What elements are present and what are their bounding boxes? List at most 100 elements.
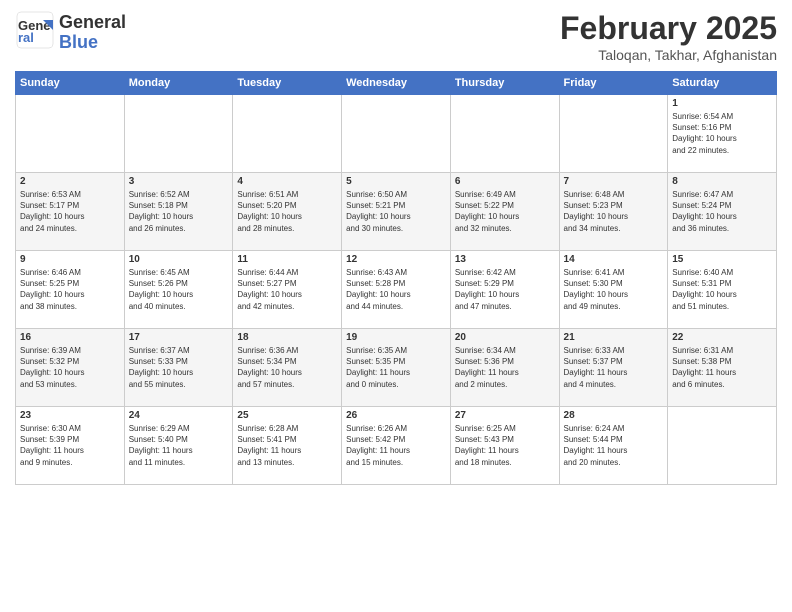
title-section: February 2025 Taloqan, Takhar, Afghanist… — [560, 10, 777, 63]
day-info: Sunrise: 6:52 AM Sunset: 5:18 PM Dayligh… — [129, 189, 229, 234]
day-info: Sunrise: 6:25 AM Sunset: 5:43 PM Dayligh… — [455, 423, 555, 468]
col-friday: Friday — [559, 72, 668, 95]
day-number: 23 — [20, 410, 120, 421]
calendar-title: February 2025 — [560, 10, 777, 47]
table-row: 16Sunrise: 6:39 AM Sunset: 5:32 PM Dayli… — [16, 329, 125, 407]
col-thursday: Thursday — [450, 72, 559, 95]
day-number: 28 — [564, 410, 664, 421]
logo: Gene ral General Blue — [15, 10, 126, 55]
col-tuesday: Tuesday — [233, 72, 342, 95]
day-info: Sunrise: 6:50 AM Sunset: 5:21 PM Dayligh… — [346, 189, 446, 234]
day-number: 3 — [129, 176, 229, 187]
day-number: 9 — [20, 254, 120, 265]
week-row-0: 1 Sunrise: 6:54 AM Sunset: 5:16 PM Daylig… — [16, 95, 777, 173]
table-row — [16, 95, 125, 173]
day-number: 8 — [672, 176, 772, 187]
day-number: 6 — [455, 176, 555, 187]
day-info: Sunrise: 6:43 AM Sunset: 5:28 PM Dayligh… — [346, 267, 446, 312]
table-row: 3 Sunrise: 6:52 AM Sunset: 5:18 PM Daylig… — [124, 173, 233, 251]
col-sunday: Sunday — [16, 72, 125, 95]
day-number: 16 — [20, 332, 120, 343]
day-number: 17 — [129, 332, 229, 343]
day-info: Sunrise: 6:46 AM Sunset: 5:25 PM Dayligh… — [20, 267, 120, 312]
day-number: 10 — [129, 254, 229, 265]
table-row: 1 Sunrise: 6:54 AM Sunset: 5:16 PM Daylig… — [668, 95, 777, 173]
table-row: 8 Sunrise: 6:47 AM Sunset: 5:24 PM Daylig… — [668, 173, 777, 251]
table-row: 20 Sunrise: 6:34 AM Sunset: 5:36 PM Dayli… — [450, 329, 559, 407]
col-wednesday: Wednesday — [342, 72, 451, 95]
day-number: 26 — [346, 410, 446, 421]
table-row: 25 Sunrise: 6:28 AM Sunset: 5:41 PM Dayli… — [233, 407, 342, 485]
table-row: 10 Sunrise: 6:45 AM Sunset: 5:26 PM Dayli… — [124, 251, 233, 329]
table-row — [450, 95, 559, 173]
table-row: 14Sunrise: 6:41 AM Sunset: 5:30 PM Dayli… — [559, 251, 668, 329]
day-info: Sunrise: 6:34 AM Sunset: 5:36 PM Dayligh… — [455, 345, 555, 390]
day-number: 20 — [455, 332, 555, 343]
header: Gene ral General Blue February 2025 Talo… — [15, 10, 777, 63]
logo-general: General — [59, 13, 126, 33]
day-info: Sunrise: 6:28 AM Sunset: 5:41 PM Dayligh… — [237, 423, 337, 468]
week-row-2: 9 Sunrise: 6:46 AM Sunset: 5:25 PM Daylig… — [16, 251, 777, 329]
day-number: 18 — [237, 332, 337, 343]
table-row: 27 Sunrise: 6:25 AM Sunset: 5:43 PM Dayli… — [450, 407, 559, 485]
day-number: 25 — [237, 410, 337, 421]
day-number: 22 — [672, 332, 772, 343]
logo-blue: Blue — [59, 33, 126, 53]
day-number: 1 — [672, 98, 772, 109]
day-number: 27 — [455, 410, 555, 421]
logo-icon: Gene ral — [15, 10, 55, 50]
day-info: Sunrise: 6:36 AM Sunset: 5:34 PM Dayligh… — [237, 345, 337, 390]
day-number: 4 — [237, 176, 337, 187]
table-row — [342, 95, 451, 173]
table-row: 6 Sunrise: 6:49 AM Sunset: 5:22 PM Daylig… — [450, 173, 559, 251]
day-number: 15 — [672, 254, 772, 265]
day-info: Sunrise: 6:54 AM Sunset: 5:16 PM Dayligh… — [672, 111, 772, 156]
day-info: Sunrise: 6:47 AM Sunset: 5:24 PM Dayligh… — [672, 189, 772, 234]
table-row: 5Sunrise: 6:50 AM Sunset: 5:21 PM Daylig… — [342, 173, 451, 251]
day-number: 24 — [129, 410, 229, 421]
day-info: Sunrise: 6:49 AM Sunset: 5:22 PM Dayligh… — [455, 189, 555, 234]
calendar-table: Sunday Monday Tuesday Wednesday Thursday… — [15, 71, 777, 485]
day-number: 12 — [346, 254, 446, 265]
table-row: 13Sunrise: 6:42 AM Sunset: 5:29 PM Dayli… — [450, 251, 559, 329]
table-row: 26 Sunrise: 6:26 AM Sunset: 5:42 PM Dayli… — [342, 407, 451, 485]
week-row-1: 2 Sunrise: 6:53 AM Sunset: 5:17 PM Daylig… — [16, 173, 777, 251]
day-info: Sunrise: 6:40 AM Sunset: 5:31 PM Dayligh… — [672, 267, 772, 312]
table-row: 22 Sunrise: 6:31 AM Sunset: 5:38 PM Dayli… — [668, 329, 777, 407]
table-row: 2 Sunrise: 6:53 AM Sunset: 5:17 PM Daylig… — [16, 173, 125, 251]
day-info: Sunrise: 6:42 AM Sunset: 5:29 PM Dayligh… — [455, 267, 555, 312]
day-number: 19 — [346, 332, 446, 343]
table-row — [124, 95, 233, 173]
day-info: Sunrise: 6:44 AM Sunset: 5:27 PM Dayligh… — [237, 267, 337, 312]
day-number: 7 — [564, 176, 664, 187]
table-row: 9 Sunrise: 6:46 AM Sunset: 5:25 PM Daylig… — [16, 251, 125, 329]
day-info: Sunrise: 6:37 AM Sunset: 5:33 PM Dayligh… — [129, 345, 229, 390]
day-info: Sunrise: 6:31 AM Sunset: 5:38 PM Dayligh… — [672, 345, 772, 390]
day-info: Sunrise: 6:41 AM Sunset: 5:30 PM Dayligh… — [564, 267, 664, 312]
table-row: 21Sunrise: 6:33 AM Sunset: 5:37 PM Dayli… — [559, 329, 668, 407]
day-info: Sunrise: 6:53 AM Sunset: 5:17 PM Dayligh… — [20, 189, 120, 234]
day-info: Sunrise: 6:35 AM Sunset: 5:35 PM Dayligh… — [346, 345, 446, 390]
day-info: Sunrise: 6:45 AM Sunset: 5:26 PM Dayligh… — [129, 267, 229, 312]
svg-text:ral: ral — [18, 30, 34, 45]
table-row: 11Sunrise: 6:44 AM Sunset: 5:27 PM Dayli… — [233, 251, 342, 329]
table-row: 18 Sunrise: 6:36 AM Sunset: 5:34 PM Dayli… — [233, 329, 342, 407]
table-row: 15 Sunrise: 6:40 AM Sunset: 5:31 PM Dayli… — [668, 251, 777, 329]
table-row — [668, 407, 777, 485]
table-row — [559, 95, 668, 173]
table-row: 28 Sunrise: 6:24 AM Sunset: 5:44 PM Dayli… — [559, 407, 668, 485]
day-info: Sunrise: 6:29 AM Sunset: 5:40 PM Dayligh… — [129, 423, 229, 468]
table-row: 17 Sunrise: 6:37 AM Sunset: 5:33 PM Dayli… — [124, 329, 233, 407]
day-info: Sunrise: 6:26 AM Sunset: 5:42 PM Dayligh… — [346, 423, 446, 468]
day-info: Sunrise: 6:24 AM Sunset: 5:44 PM Dayligh… — [564, 423, 664, 468]
table-row: 24 Sunrise: 6:29 AM Sunset: 5:40 PM Dayli… — [124, 407, 233, 485]
table-row: 19 Sunrise: 6:35 AM Sunset: 5:35 PM Dayli… — [342, 329, 451, 407]
day-number: 2 — [20, 176, 120, 187]
day-info: Sunrise: 6:33 AM Sunset: 5:37 PM Dayligh… — [564, 345, 664, 390]
table-row — [233, 95, 342, 173]
table-row: 4Sunrise: 6:51 AM Sunset: 5:20 PM Daylig… — [233, 173, 342, 251]
header-row: Sunday Monday Tuesday Wednesday Thursday… — [16, 72, 777, 95]
week-row-4: 23Sunrise: 6:30 AM Sunset: 5:39 PM Dayli… — [16, 407, 777, 485]
week-row-3: 16Sunrise: 6:39 AM Sunset: 5:32 PM Dayli… — [16, 329, 777, 407]
col-saturday: Saturday — [668, 72, 777, 95]
